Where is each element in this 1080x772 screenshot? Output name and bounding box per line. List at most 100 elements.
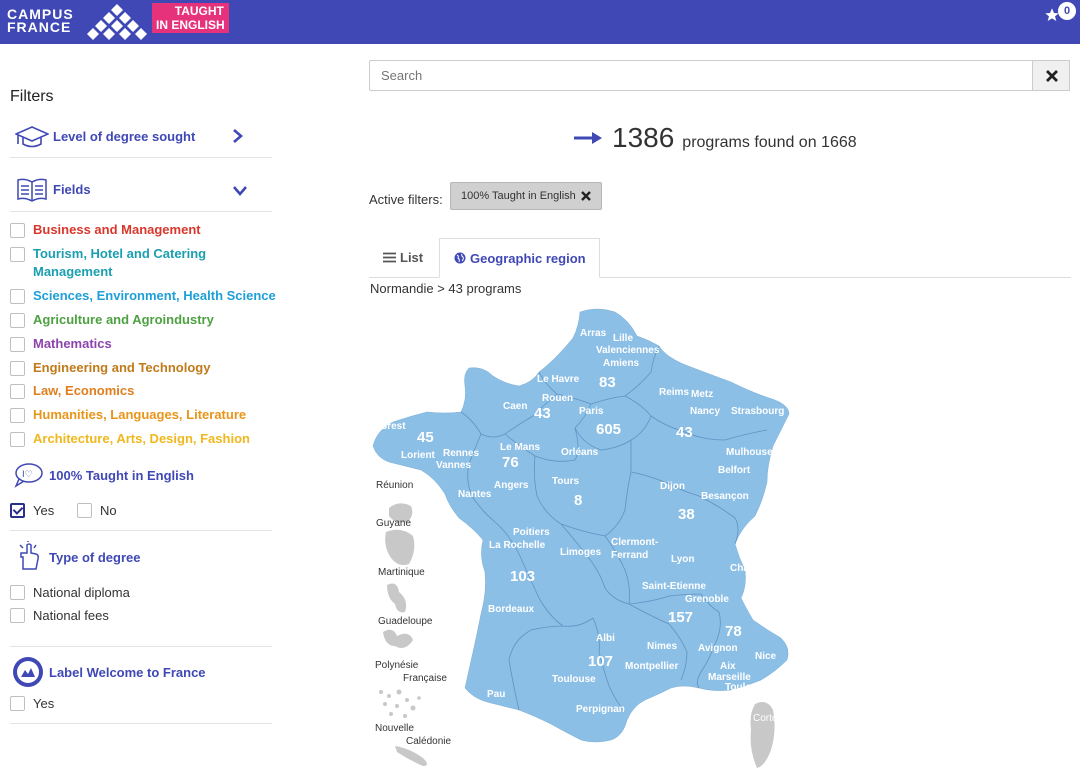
favorites-count-badge[interactable]: 0 bbox=[1058, 2, 1076, 20]
chip-label: 100% Taught in English bbox=[461, 190, 576, 202]
city-label: Limoges bbox=[560, 547, 602, 558]
checkbox[interactable] bbox=[10, 223, 25, 238]
field-option-agriculture[interactable]: Agriculture and Agroindustry bbox=[10, 312, 214, 329]
level-of-degree-label: Level of degree sought bbox=[53, 129, 196, 144]
checkbox[interactable] bbox=[10, 696, 25, 711]
field-option-tourism[interactable]: Tourism, Hotel and Catering Management bbox=[10, 246, 260, 281]
fields-label: Fields bbox=[53, 182, 91, 197]
overseas-label: Calédonie bbox=[406, 736, 451, 747]
welcome-to-france-label: Label Welcome to France bbox=[49, 665, 206, 680]
checkbox[interactable] bbox=[10, 408, 25, 423]
top-navbar: CAMPUS FRANCE TAUGHT IN ENGLISH 0 bbox=[0, 0, 1080, 44]
field-label: Sciences, Environment, Health Science bbox=[33, 288, 276, 303]
guyane-shape[interactable] bbox=[385, 529, 415, 566]
city-label: Clermont- bbox=[611, 537, 658, 548]
search-input[interactable] bbox=[369, 60, 1033, 91]
nouvelle-caledonie-shape[interactable] bbox=[395, 746, 427, 766]
city-label: Tours bbox=[552, 476, 579, 487]
city-label: Rennes bbox=[443, 448, 480, 459]
fields-section[interactable]: Fields bbox=[10, 168, 272, 212]
count-ile-de-france[interactable]: 605 bbox=[596, 421, 621, 438]
polynesie-shape[interactable] bbox=[379, 689, 421, 719]
overseas-label: Martinique bbox=[378, 567, 425, 578]
field-option-engineering[interactable]: Engineering and Technology bbox=[10, 360, 211, 377]
count-bretagne[interactable]: 45 bbox=[417, 429, 434, 446]
field-option-business[interactable]: Business and Management bbox=[10, 222, 201, 239]
city-label: Avignon bbox=[698, 643, 738, 654]
tab-geographic-region[interactable]: Geographic region bbox=[439, 238, 600, 278]
checkbox[interactable] bbox=[10, 313, 25, 328]
checkbox-checked[interactable] bbox=[10, 503, 25, 518]
logo-line2: FRANCE bbox=[7, 19, 72, 35]
count-bourgogne[interactable]: 38 bbox=[678, 506, 695, 523]
city-label: Grenoble bbox=[685, 594, 729, 605]
campus-france-logo[interactable]: CAMPUS FRANCE bbox=[7, 7, 74, 35]
city-label: Montpellier bbox=[625, 661, 678, 672]
city-label: Pau bbox=[487, 689, 505, 700]
count-hauts-de-france[interactable]: 83 bbox=[599, 374, 616, 391]
city-label: Brest bbox=[380, 421, 406, 432]
martinique-shape[interactable] bbox=[387, 583, 407, 613]
field-option-mathematics[interactable]: Mathematics bbox=[10, 336, 112, 353]
count-grand-est[interactable]: 43 bbox=[676, 424, 693, 441]
globe-icon bbox=[454, 252, 466, 264]
city-label: Le Havre bbox=[537, 374, 580, 385]
badge-line2: IN ENGLISH bbox=[156, 18, 225, 32]
chevron-right-icon[interactable] bbox=[232, 128, 244, 144]
active-filter-chip[interactable]: 100% Taught in English bbox=[450, 182, 602, 210]
field-label: Tourism, Hotel and Catering Management bbox=[33, 246, 207, 279]
checkbox[interactable] bbox=[10, 384, 25, 399]
checkbox[interactable] bbox=[10, 432, 25, 447]
checkbox[interactable] bbox=[77, 503, 92, 518]
city-label: Bordeaux bbox=[488, 604, 535, 615]
count-occitanie[interactable]: 107 bbox=[588, 653, 613, 670]
overseas-label: Corte bbox=[753, 713, 778, 724]
city-label: Nancy bbox=[690, 406, 720, 417]
field-option-architecture[interactable]: Architecture, Arts, Design, Fashion bbox=[10, 431, 250, 448]
city-label: Perpignan bbox=[576, 704, 625, 715]
count-normandie[interactable]: 43 bbox=[534, 405, 551, 422]
checkbox[interactable] bbox=[10, 289, 25, 304]
count-paca[interactable]: 78 bbox=[725, 623, 742, 640]
taught-yes-option[interactable]: Yes bbox=[10, 503, 54, 519]
welcome-to-france-seal-icon bbox=[13, 657, 43, 687]
city-label: Lyon bbox=[671, 554, 695, 565]
results-count: 1386 bbox=[612, 122, 675, 153]
field-option-law[interactable]: Law, Economics bbox=[10, 383, 134, 400]
count-auvergne-rhone-alpes[interactable]: 157 bbox=[668, 609, 693, 626]
count-pays-de-la-loire[interactable]: 76 bbox=[502, 454, 519, 471]
field-label: Mathematics bbox=[33, 336, 112, 351]
field-label: Engineering and Technology bbox=[33, 360, 211, 375]
city-label: Nantes bbox=[458, 489, 492, 500]
field-label: Agriculture and Agroindustry bbox=[33, 312, 214, 327]
corse-shape[interactable] bbox=[750, 702, 775, 768]
field-option-humanities[interactable]: Humanities, Languages, Literature bbox=[10, 407, 246, 424]
taught-no-option[interactable]: No bbox=[77, 503, 117, 519]
level-of-degree-section[interactable]: Level of degree sought bbox=[10, 116, 272, 158]
tab-geo-label: Geographic region bbox=[470, 250, 586, 266]
national-fees-option[interactable]: National fees bbox=[10, 608, 109, 624]
checkbox[interactable] bbox=[10, 337, 25, 352]
city-label: Metz bbox=[691, 389, 713, 400]
field-option-sciences[interactable]: Sciences, Environment, Health Science bbox=[10, 288, 276, 305]
france-regions-map[interactable]: 83 43 605 43 45 76 8 38 103 157 78 107 A… bbox=[369, 300, 799, 770]
city-label: Lorient bbox=[401, 450, 436, 461]
count-centre[interactable]: 8 bbox=[574, 492, 582, 509]
checkbox[interactable] bbox=[10, 585, 25, 600]
type-of-degree-label: Type of degree bbox=[49, 550, 141, 565]
checkbox[interactable] bbox=[10, 361, 25, 376]
field-label: Architecture, Arts, Design, Fashion bbox=[33, 431, 250, 446]
checkbox[interactable] bbox=[10, 608, 25, 623]
chevron-down-icon[interactable] bbox=[232, 185, 248, 197]
city-label: Caen bbox=[503, 401, 527, 412]
checkbox[interactable] bbox=[10, 247, 25, 262]
guadeloupe-shape[interactable] bbox=[383, 629, 413, 648]
clear-search-button[interactable] bbox=[1032, 60, 1070, 91]
close-icon[interactable] bbox=[580, 191, 591, 201]
results-text: programs found on 1668 bbox=[682, 134, 857, 151]
tab-list[interactable]: List bbox=[383, 250, 423, 265]
welcome-yes-option[interactable]: Yes bbox=[10, 696, 54, 712]
count-nouvelle-aquitaine[interactable]: 103 bbox=[510, 568, 535, 585]
divider bbox=[10, 646, 272, 647]
national-diploma-option[interactable]: National diploma bbox=[10, 585, 130, 601]
